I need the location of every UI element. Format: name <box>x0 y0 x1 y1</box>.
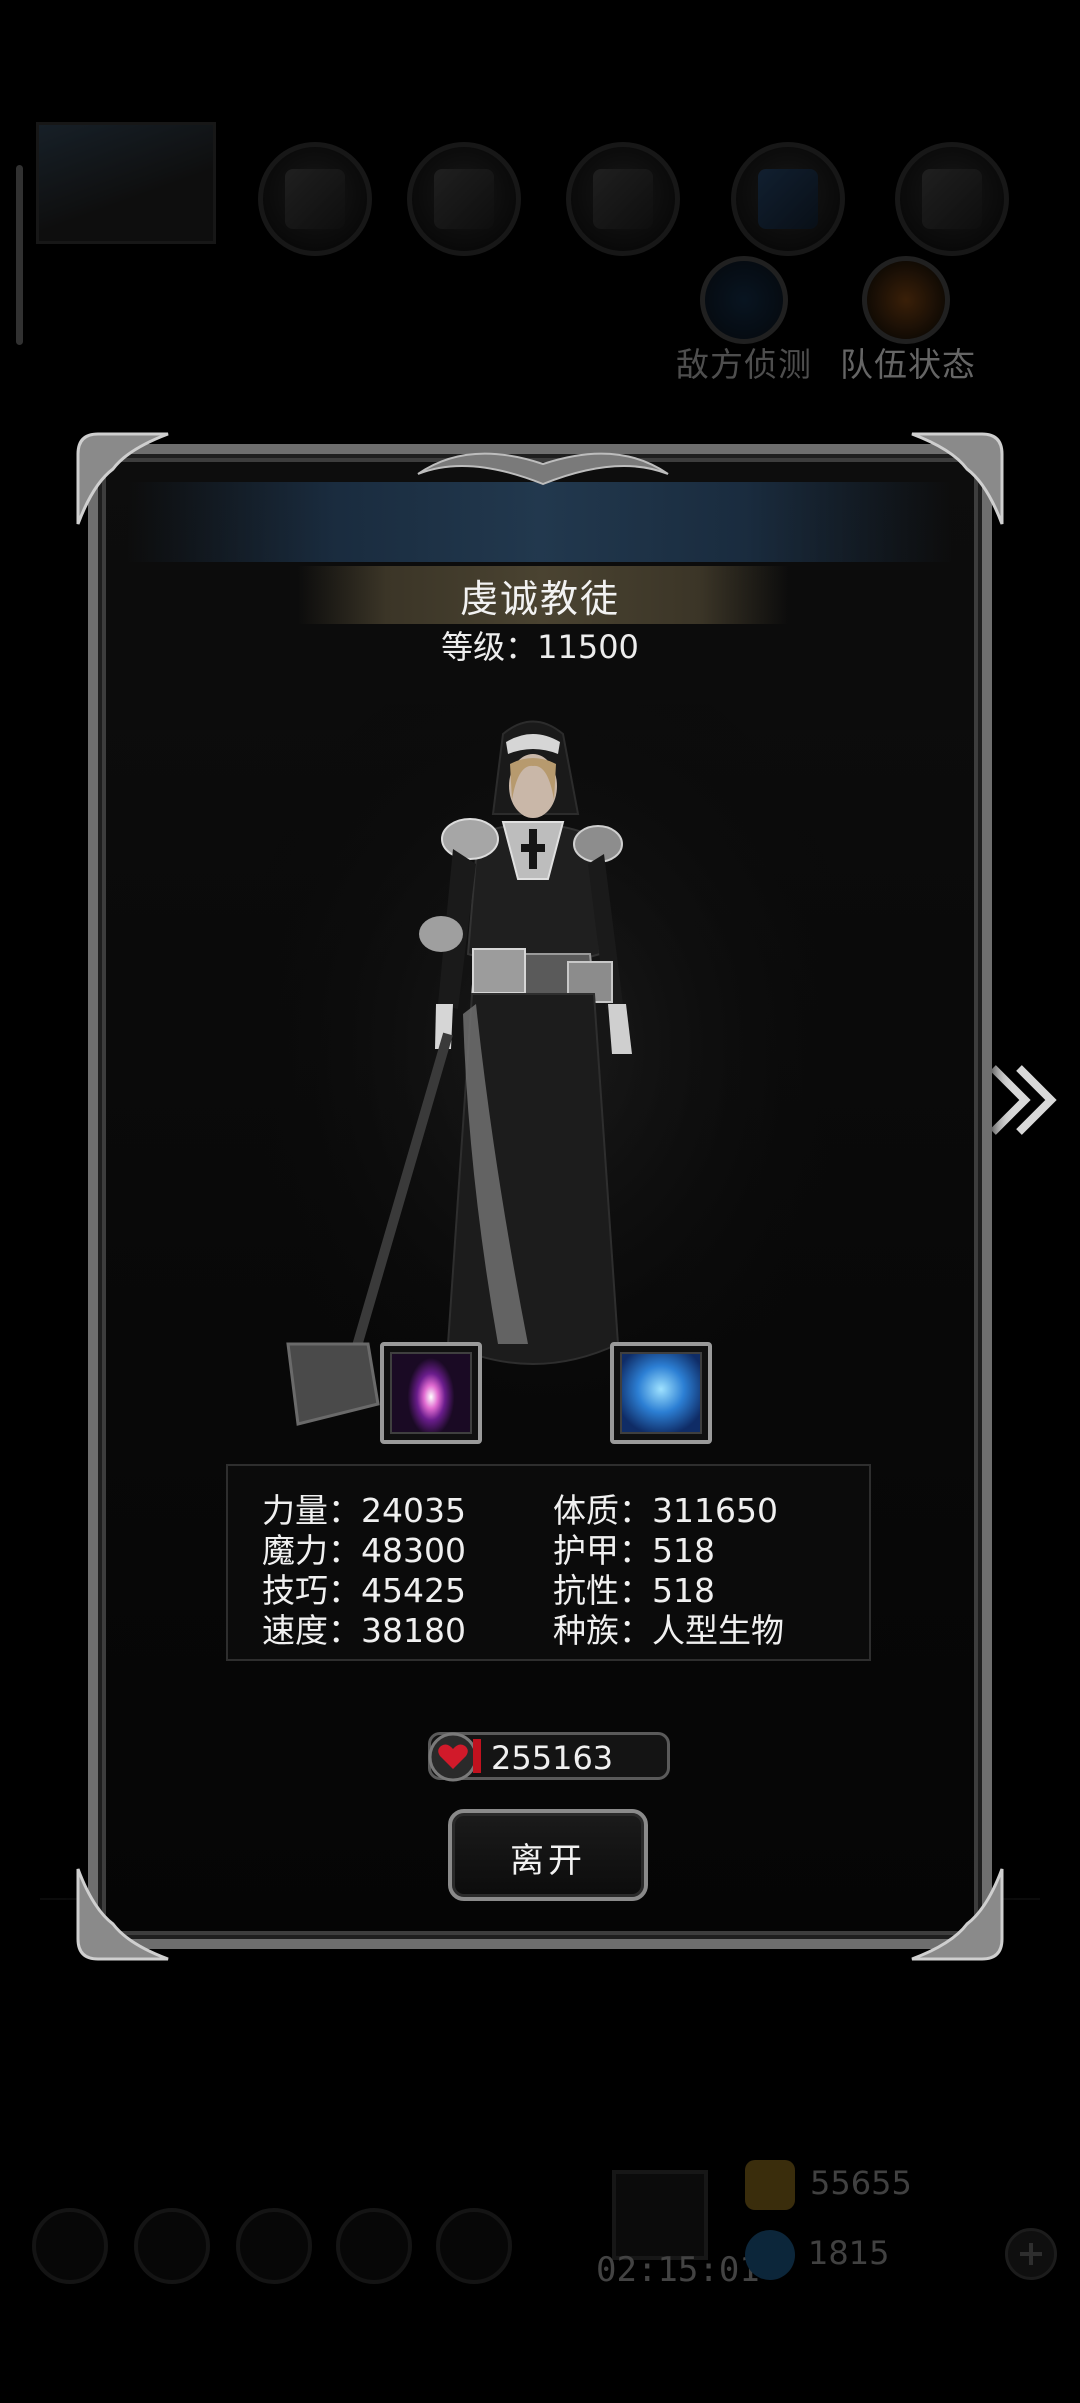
gift-box-icon[interactable] <box>612 2170 708 2260</box>
frame-crest-ornament <box>408 434 678 494</box>
gift-timer: 02:15:01 <box>596 2250 760 2290</box>
nav-icon[interactable] <box>336 2208 412 2284</box>
leave-button[interactable]: 离开 <box>448 1809 648 1901</box>
enemy-info-dialog: 虔诚教徒 等级：11500 力量 ： 24035 体质 ： 311650 魔力 … <box>76 432 1004 1961</box>
skill-icon-crystal[interactable] <box>380 1342 482 1444</box>
skill-icon-shield[interactable] <box>610 1342 712 1444</box>
leave-button-label: 离开 <box>510 1841 586 1881</box>
equipment-slot-icon[interactable] <box>258 142 372 256</box>
gem-icon <box>745 2230 795 2280</box>
stat-speed: 速度38180 <box>262 1604 466 1652</box>
equipment-slot-icon[interactable] <box>407 142 521 256</box>
hp-fill <box>473 1739 481 1773</box>
stat-race: 种族人型生物 <box>553 1604 784 1652</box>
team-status-button[interactable] <box>862 256 950 344</box>
nav-icon[interactable] <box>32 2208 108 2284</box>
enemy-level: 等级：11500 <box>441 628 639 666</box>
equipment-slot-icon[interactable] <box>731 142 845 256</box>
game-screen: 敌方侦测 队伍状态 02:15:01 55655 1815 虔诚教徒 等级：11… <box>0 0 1080 2403</box>
gem-amount: 1815 <box>808 2234 890 2272</box>
add-currency-button[interactable] <box>1005 2228 1057 2280</box>
hero-portrait-tile[interactable] <box>36 122 216 244</box>
gold-amount: 55655 <box>810 2164 912 2202</box>
enemy-detect-label: 敌方侦测 <box>676 345 812 384</box>
level-label: 等级 <box>441 628 506 666</box>
frame-corner-ornament <box>68 1859 178 1969</box>
equipment-slot-icon[interactable] <box>895 142 1009 256</box>
stats-panel: 力量24035 体质311650 魔力48300 护甲518 技巧45425 抗… <box>226 1464 871 1661</box>
character-portrait <box>248 704 848 1464</box>
equipment-slot-icon[interactable] <box>566 142 680 256</box>
nav-icon[interactable] <box>436 2208 512 2284</box>
level-value: 11500 <box>537 628 639 666</box>
gold-icon <box>745 2160 795 2210</box>
nav-icon[interactable] <box>134 2208 210 2284</box>
scroll-indicator <box>16 165 23 345</box>
heart-icon <box>427 1731 479 1783</box>
enemy-name: 虔诚教徒 <box>459 577 620 621</box>
next-arrow-icon[interactable] <box>985 1050 1065 1150</box>
team-status-label: 队伍状态 <box>840 345 976 384</box>
enemy-detect-button[interactable] <box>700 256 788 344</box>
hp-value: 255163 <box>491 1739 614 1777</box>
frame-corner-ornament <box>68 424 178 534</box>
nav-icon[interactable] <box>236 2208 312 2284</box>
hp-bar: 255163 <box>427 1731 670 1783</box>
frame-corner-ornament <box>902 424 1012 534</box>
frame-corner-ornament <box>902 1859 1012 1969</box>
